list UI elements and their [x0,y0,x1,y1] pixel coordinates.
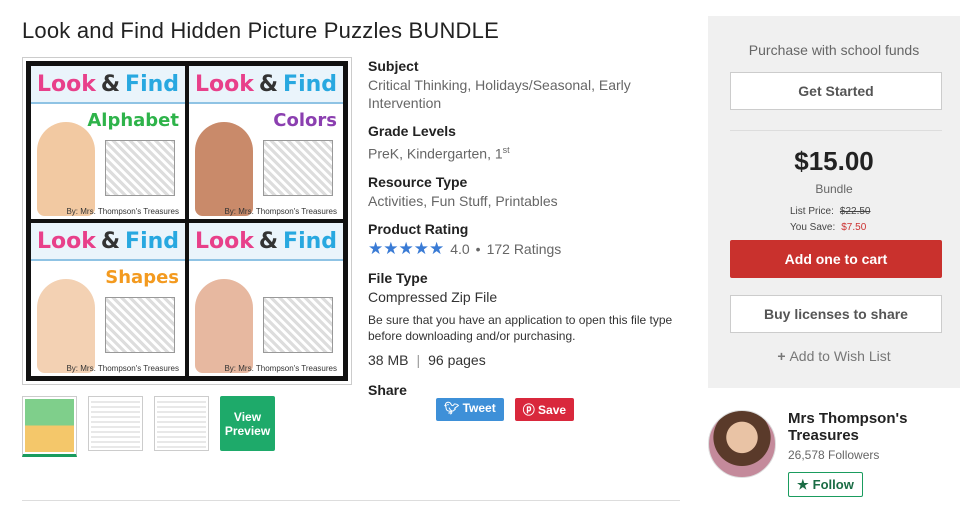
school-funds-text: Purchase with school funds [748,42,920,58]
cover-word-2: Find [283,228,338,254]
add-to-cart-button[interactable]: Add one to cart [730,240,942,278]
seller-followers: 26,578 Followers [788,448,880,462]
tweet-button[interactable]: 🐦︎ Tweet [436,397,504,421]
file-type-label: File Type [368,269,428,286]
purchase-panel: Purchase with school funds Get Started $… [708,16,960,388]
pinterest-icon: ⓟ [522,402,539,417]
cover-heading: Look & Find [31,66,185,104]
follow-label: Follow [812,477,854,492]
product-details: Subject Critical Thinking, Holidays/Seas… [368,58,698,422]
list-price-line: List Price: $22.50 [790,206,871,217]
puzzle-worksheet-image [105,297,175,353]
file-type-value: Compressed Zip File [368,288,498,305]
seller-name[interactable]: Mrs Thompson's Treasures [788,410,948,444]
share-label: Share [368,381,407,398]
cover-heading: Look & Find [189,66,343,104]
cover-tile: Look & Find Shapes By: Mrs. Thompson's Treas… [31,223,185,376]
bottom-divider [22,500,680,501]
thumbnail-strip: View Preview [22,396,275,457]
pin-save-button[interactable]: ⓟ Save [514,397,575,421]
cover-amp: & [258,71,279,97]
rating-value: 4.0 [450,240,470,257]
rating-dot: • [475,240,481,257]
puzzle-worksheet-image [263,297,333,353]
cover-word-1: Look [36,71,96,97]
puzzle-worksheet-image [105,140,175,196]
cover-byline: By: Mrs. Thompson's Treasures [224,207,337,216]
grade-levels-value[interactable]: PreK, Kindergarten, 1st [368,141,698,163]
add-to-wish-list-link[interactable]: + Add to Wish List [708,348,960,364]
cover-tile: Look & Find Alphabet By: Mrs. Thompson's Tre… [31,66,185,219]
rating-count: 172 Ratings [486,240,562,257]
subject-label: Subject [368,58,419,74]
resource-type-value[interactable]: Activities, Fun Stuff, Printables [368,192,698,210]
cover-word-1: Look [194,228,254,254]
puzzle-worksheet-image [263,140,333,196]
grade-levels-text: PreK, Kindergarten, 1 [368,145,503,162]
thumbnail-3[interactable] [154,396,209,451]
cover-subtitle: Colors [273,110,337,131]
child-photo [195,122,253,216]
product-rating-label: Product Rating [368,220,469,237]
cover-subtitle: Alphabet [87,110,179,131]
cover-tile: Look & Find By: Mrs. Thompson's Treasures [189,223,343,376]
file-type-note: Be sure that you have an application to … [368,312,673,343]
resource-type-label: Resource Type [368,173,468,190]
child-photo [37,279,95,373]
cover-word-2: Find [283,71,338,97]
child-photo [37,122,95,216]
you-save: $7.50 [841,222,867,233]
star-rating-icon: ★★★★★ [368,238,445,258]
list-price: $22.50 [839,206,871,217]
cover-word-2: Find [125,71,180,97]
cover-word-1: Look [36,228,96,254]
bundle-label: Bundle [815,182,853,196]
thumbnail-1[interactable] [22,396,77,457]
product-title: Look and Find Hidden Picture Puzzles BUN… [22,18,499,43]
panel-divider [730,130,942,131]
cover-byline: By: Mrs. Thompson's Treasures [66,364,179,373]
price: $15.00 [794,146,874,176]
twitter-icon: 🐦︎ [444,400,463,415]
cover-heading: Look & Find [31,223,185,261]
star-icon: ★ [797,476,809,492]
you-save-label: You Save: [790,222,836,233]
buy-licenses-button[interactable]: Buy licenses to share [730,295,942,333]
cover-tile: Look & Find Colors By: Mrs. Thompson's Treas… [189,66,343,219]
share-row: Share 🐦︎ Tweet ⓟ Save [368,382,698,422]
cover-word-1: Look [194,71,254,97]
page-count: 96 pages [428,351,486,368]
follow-button[interactable]: ★ Follow [788,472,863,497]
subject-value[interactable]: Critical Thinking, Holidays/Seasonal, Ea… [368,76,698,112]
file-size: 38 MB [368,351,409,368]
thumbnail-2[interactable] [88,396,143,451]
cover-word-2: Find [125,228,180,254]
view-preview-button[interactable]: View Preview [220,396,275,451]
save-label: Save [538,402,567,417]
list-price-label: List Price: [790,206,834,217]
stats-separator: | [416,351,421,368]
grade-sup: st [502,145,510,155]
get-started-button[interactable]: Get Started [730,72,942,110]
grade-levels-label: Grade Levels [368,123,456,139]
wish-list-label: Add to Wish List [789,348,891,364]
cover-byline: By: Mrs. Thompson's Treasures [66,207,179,216]
seller-avatar[interactable] [708,410,776,478]
tweet-label: Tweet [462,400,496,415]
main-product-image[interactable]: Look & Find Alphabet By: Mrs. Thompson's Tre… [22,57,352,385]
child-photo [195,279,253,373]
you-save-line: You Save: $7.50 [790,222,866,233]
plus-icon: + [777,348,790,364]
file-stats: 38 MB | 96 pages [368,352,698,368]
rating-row[interactable]: ★★★★★ 4.0 • 172 Ratings [368,239,698,259]
cover-heading: Look & Find [189,223,343,261]
cover-amp: & [100,71,121,97]
cover-amp: & [100,228,121,254]
cover-byline: By: Mrs. Thompson's Treasures [224,364,337,373]
cover-amp: & [258,228,279,254]
cover-subtitle: Shapes [105,267,179,288]
